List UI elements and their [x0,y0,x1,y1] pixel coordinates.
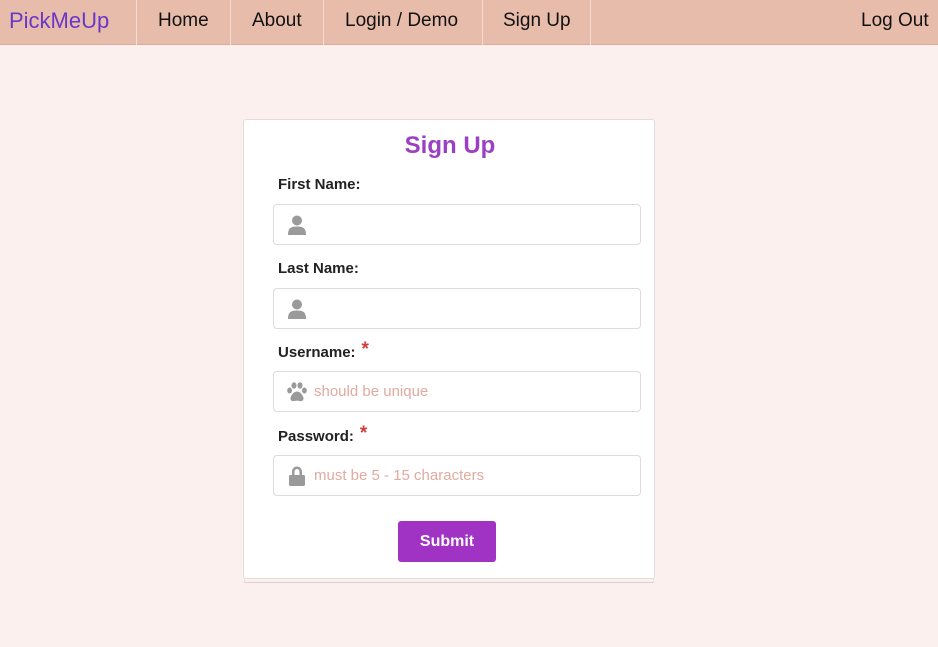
last-name-field[interactable] [273,288,641,329]
lock-icon [289,466,305,486]
submit-button[interactable]: Submit [398,521,496,562]
last-name-label-text: Last Name: [278,260,359,277]
last-name-input[interactable] [314,290,632,327]
username-label-text: Username: [278,344,356,361]
person-icon [288,299,306,319]
paw-icon [287,382,307,402]
username-field[interactable] [273,371,641,412]
nav-divider [482,0,483,45]
form-title: Sign Up [404,132,496,159]
person-icon [288,215,306,235]
nav-home[interactable]: Home [158,10,209,32]
username-label: Username: * [278,339,369,363]
first-name-input[interactable] [314,206,632,243]
last-name-label: Last Name: [278,260,359,277]
nav-divider [590,0,591,45]
first-name-label: First Name: [278,176,361,193]
nav-divider [230,0,231,45]
password-label-text: Password: [278,428,354,445]
nav-divider [136,0,137,45]
first-name-field[interactable] [273,204,641,245]
required-asterisk: * [361,339,369,360]
nav-sign-up[interactable]: Sign Up [503,10,571,32]
nav-divider [323,0,324,45]
password-input[interactable] [314,457,632,494]
password-label: Password: * [278,423,368,447]
navbar: PickMeUp Home About Login / Demo Sign Up… [0,0,938,45]
username-input[interactable] [314,373,632,410]
brand-link[interactable]: PickMeUp [9,8,109,34]
nav-log-out[interactable]: Log Out [861,10,929,32]
signup-card: Sign Up First Name: Last Name: Username:… [243,119,655,579]
required-asterisk: * [359,423,368,444]
nav-login-demo[interactable]: Login / Demo [345,10,458,32]
first-name-label-text: First Name: [278,176,361,193]
nav-about[interactable]: About [252,10,302,32]
password-field[interactable] [273,455,641,496]
card-shadow [244,579,654,583]
